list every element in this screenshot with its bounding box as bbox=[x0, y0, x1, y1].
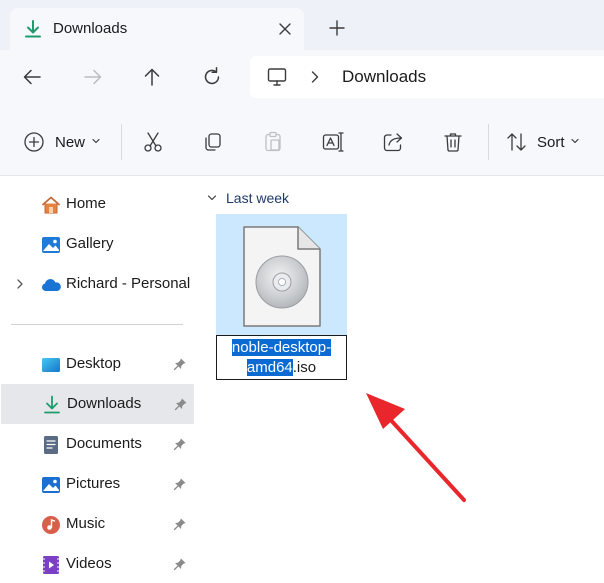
download-icon bbox=[44, 395, 60, 414]
share-icon[interactable] bbox=[381, 130, 405, 154]
group-header-last-week[interactable]: Last week bbox=[206, 189, 289, 207]
disc-image-file-icon bbox=[243, 226, 321, 327]
onedrive-cloud-icon bbox=[42, 279, 61, 291]
sidebar-divider bbox=[11, 324, 183, 325]
tab-downloads[interactable]: Downloads bbox=[10, 8, 304, 50]
sidebar-item-label: Documents bbox=[66, 435, 142, 452]
address-bar[interactable]: Downloads bbox=[250, 56, 604, 98]
file-list-pane: Last week noble-desktop-amd64.iso bbox=[196, 177, 604, 583]
refresh-icon[interactable] bbox=[199, 64, 225, 90]
navigation-bar: Downloads bbox=[0, 50, 604, 106]
rename-icon[interactable] bbox=[321, 130, 345, 154]
videos-icon bbox=[43, 556, 59, 574]
sort-arrows-icon[interactable] bbox=[505, 130, 529, 154]
sidebar-item-gallery[interactable]: Gallery bbox=[0, 224, 193, 264]
sidebar-item-desktop[interactable]: Desktop bbox=[0, 344, 193, 384]
chevron-down-icon[interactable] bbox=[91, 136, 101, 146]
desktop-icon bbox=[42, 358, 60, 372]
pin-icon[interactable] bbox=[173, 437, 187, 451]
sidebar-item-documents[interactable]: Documents bbox=[0, 424, 193, 464]
new-tab-plus-icon[interactable] bbox=[325, 16, 349, 40]
pictures-icon bbox=[42, 477, 60, 493]
sidebar-item-label: Downloads bbox=[67, 395, 142, 412]
new-plus-circle-icon[interactable] bbox=[22, 130, 46, 154]
sidebar-item-label: Videos bbox=[66, 555, 112, 572]
breadcrumb-chevron-icon[interactable] bbox=[308, 69, 322, 85]
toolbar-divider bbox=[121, 124, 122, 160]
breadcrumb-downloads[interactable]: Downloads bbox=[342, 67, 426, 87]
up-arrow-icon[interactable] bbox=[139, 64, 165, 90]
new-button[interactable]: New bbox=[55, 134, 85, 151]
tab-strip: Downloads bbox=[0, 0, 604, 50]
home-icon bbox=[42, 196, 60, 214]
sidebar-item-videos[interactable]: Videos bbox=[0, 544, 193, 583]
delete-trash-icon[interactable] bbox=[441, 130, 465, 154]
command-toolbar: New Sort bbox=[0, 106, 604, 176]
rename-selected-text: noble-desktop- bbox=[231, 339, 332, 356]
rename-extension-text: .iso bbox=[292, 359, 317, 376]
sort-button[interactable]: Sort bbox=[537, 134, 565, 151]
sidebar-item-label: Gallery bbox=[66, 235, 114, 252]
back-arrow-icon[interactable] bbox=[19, 64, 45, 90]
sidebar-item-label: Richard - Personal bbox=[66, 275, 191, 292]
sidebar-item-home[interactable]: Home bbox=[0, 184, 193, 224]
toolbar-divider bbox=[488, 124, 489, 160]
documents-icon bbox=[44, 436, 58, 454]
cut-scissors-icon[interactable] bbox=[141, 130, 165, 154]
chevron-down-icon[interactable] bbox=[206, 192, 218, 204]
sidebar-item-label: Home bbox=[66, 195, 107, 212]
this-pc-icon[interactable] bbox=[266, 66, 288, 88]
sidebar-item-label: Desktop bbox=[66, 355, 122, 372]
sidebar-item-label: Music bbox=[66, 515, 106, 532]
forward-arrow-icon[interactable] bbox=[80, 64, 106, 90]
tab-title: Downloads bbox=[53, 20, 128, 37]
sidebar-item-music[interactable]: Music bbox=[0, 504, 193, 544]
gallery-icon bbox=[42, 237, 60, 253]
rename-selected-text: amd64 bbox=[246, 359, 293, 376]
pin-icon[interactable] bbox=[173, 517, 187, 531]
pin-icon[interactable] bbox=[174, 397, 188, 411]
sidebar-item-pictures[interactable]: Pictures bbox=[0, 464, 193, 504]
copy-icon[interactable] bbox=[201, 130, 225, 154]
navigation-pane: Home Gallery Richard - Personal Desktop bbox=[0, 177, 196, 583]
sidebar-item-label: Pictures bbox=[66, 475, 121, 492]
pin-icon[interactable] bbox=[173, 477, 187, 491]
rename-field[interactable]: noble-desktop-amd64.iso bbox=[216, 335, 347, 380]
download-icon bbox=[25, 20, 41, 38]
paste-clipboard-icon[interactable] bbox=[261, 130, 285, 154]
sidebar-item-onedrive[interactable]: Richard - Personal bbox=[0, 264, 193, 304]
pin-icon[interactable] bbox=[173, 357, 187, 371]
music-icon bbox=[42, 516, 60, 534]
chevron-down-icon[interactable] bbox=[570, 136, 580, 146]
sidebar-item-downloads[interactable]: Downloads bbox=[1, 384, 194, 424]
file-item-iso[interactable]: noble-desktop-amd64.iso bbox=[216, 214, 347, 380]
annotation-arrow-icon bbox=[366, 393, 466, 502]
group-label: Last week bbox=[226, 190, 290, 206]
chevron-right-icon[interactable] bbox=[14, 277, 26, 291]
pin-icon[interactable] bbox=[173, 557, 187, 571]
close-icon[interactable] bbox=[274, 18, 296, 40]
